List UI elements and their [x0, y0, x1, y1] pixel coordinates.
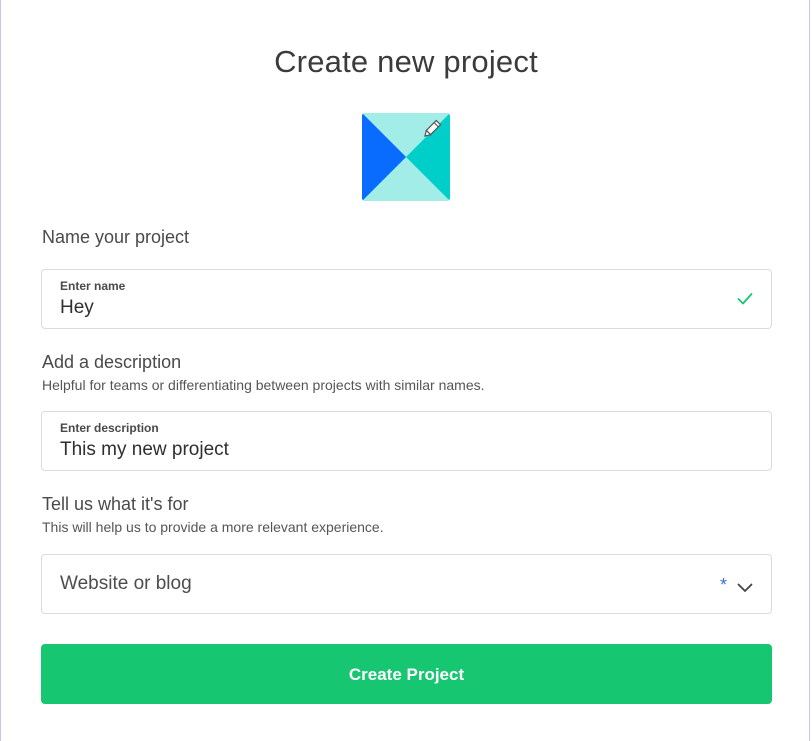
project-name-input[interactable]: Hey [60, 297, 94, 319]
required-marker: * [719, 575, 727, 595]
purpose-selected-value: Website or blog [60, 573, 192, 594]
project-description-input[interactable]: This my new project [60, 439, 229, 461]
page-title: Create new project [274, 44, 538, 79]
name-field-label: Enter name [60, 279, 126, 293]
description-section-label: Add a description [42, 352, 182, 372]
project-description-field[interactable]: Enter description This my new project [41, 411, 772, 471]
project-name-field[interactable]: Enter name Hey [41, 269, 772, 329]
chevron-down-icon[interactable] [737, 580, 753, 592]
pencil-icon[interactable] [421, 118, 443, 140]
description-help-text: Helpful for teams or differentiating bet… [42, 377, 485, 393]
name-section-label: Name your project [42, 227, 190, 247]
check-icon [737, 292, 753, 306]
purpose-section-label: Tell us what it's for [42, 494, 189, 514]
purpose-select[interactable]: Website or blog * [41, 554, 772, 614]
description-field-label: Enter description [60, 421, 159, 435]
create-project-button[interactable]: Create Project [41, 644, 772, 704]
purpose-help-text: This will help us to provide a more rele… [42, 519, 384, 535]
